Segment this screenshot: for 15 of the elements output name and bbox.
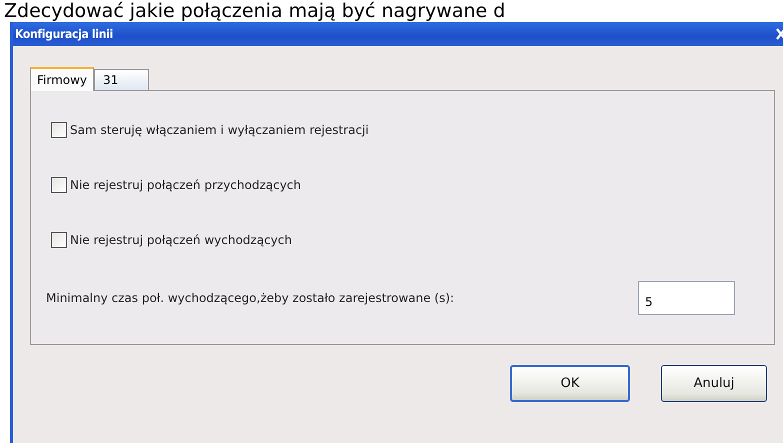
close-icon[interactable] [776,28,783,40]
checkbox-label: Nie rejestruj połączeń przychodzących [70,178,302,192]
tab[interactable]: Firmowy [30,67,94,91]
checkbox[interactable] [51,122,67,138]
field-label: Minimalny czas poł. wychodzącego,żeby zostało zarejestrowane (s): [46,291,456,305]
input-field[interactable]: 5 [638,281,735,315]
dialog-button[interactable]: OK [510,365,630,402]
checkbox-label: Sam steruję włączaniem i wyłączaniem rejestracji [70,123,369,137]
checkbox-label: Nie rejestruj połączeń wychodzących [70,233,292,247]
checkbox[interactable] [51,177,67,193]
tab[interactable]: 31 [94,69,150,90]
caption-text: Zdecydować jakie połączenia mają być nagrywane d [3,0,506,22]
checkbox[interactable] [51,232,67,248]
dialog-button[interactable]: Anuluj [661,365,767,402]
window-title: Konfiguracja linii [15,27,113,41]
